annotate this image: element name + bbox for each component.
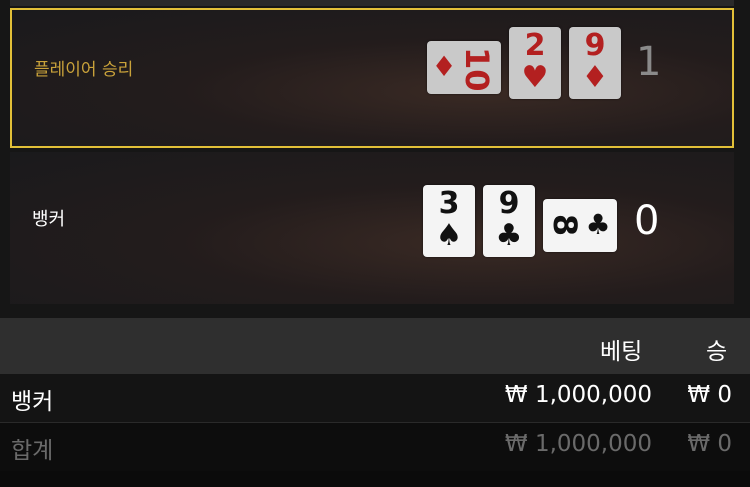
player-card-2: 2 ♥ (509, 27, 561, 99)
card-rank: 3 (438, 186, 460, 221)
club-icon: ♣ (495, 218, 523, 253)
banker-label: 뱅커 (32, 209, 66, 230)
player-card-1: ♦ 10 (427, 41, 501, 94)
card-rank: 9 (584, 28, 606, 63)
heart-icon: ♥ (521, 60, 549, 95)
card-rank: 2 (524, 28, 546, 63)
player-card-3: 9 ♦ (569, 27, 621, 99)
bet-name: 뱅커 (11, 389, 54, 415)
total-bet-amount: ₩ 1,000,000 (504, 431, 652, 457)
banker-hand-panel: 뱅커 3 ♠ 9 ♣ 8 ♣ 0 (10, 152, 734, 304)
banker-score: 0 (634, 198, 660, 244)
table-total-row: 합계 ₩ 1,000,000 ₩ 0 (0, 423, 750, 471)
bet-table-header: 베팅 승 (0, 318, 750, 374)
top-divider (10, 0, 734, 6)
diamond-icon: ♦ (581, 60, 609, 95)
table-row: 뱅커 ₩ 1,000,000 ₩ 0 (0, 374, 750, 423)
spade-icon: ♠ (435, 218, 463, 253)
banker-card-3: 8 ♣ (543, 199, 617, 252)
player-result-label: 플레이어 승리 (34, 60, 134, 80)
bet-column-header: 베팅 (600, 339, 643, 365)
win-amount: ₩ 0 (687, 382, 732, 408)
card-rank: 9 (498, 186, 520, 221)
game-stage: 플레이어 승리 ♦ 10 2 ♥ 9 ♦ 1 뱅커 3 ♠ 9 ♣ 8 ♣ 0 (0, 0, 750, 318)
banker-card-2: 9 ♣ (483, 185, 535, 257)
bet-amount: ₩ 1,000,000 (504, 382, 652, 408)
diamond-icon: ♦ (431, 50, 457, 83)
player-score: 1 (636, 39, 662, 85)
player-hand-panel: 플레이어 승리 ♦ 10 2 ♥ 9 ♦ 1 (10, 8, 734, 148)
club-icon: ♣ (585, 208, 611, 241)
total-label: 합계 (11, 438, 54, 464)
card-rank: 10 (458, 47, 496, 92)
win-column-header: 승 (706, 339, 728, 365)
total-win-amount: ₩ 0 (687, 431, 732, 457)
card-rank: 8 (546, 213, 584, 237)
banker-card-1: 3 ♠ (423, 185, 475, 257)
